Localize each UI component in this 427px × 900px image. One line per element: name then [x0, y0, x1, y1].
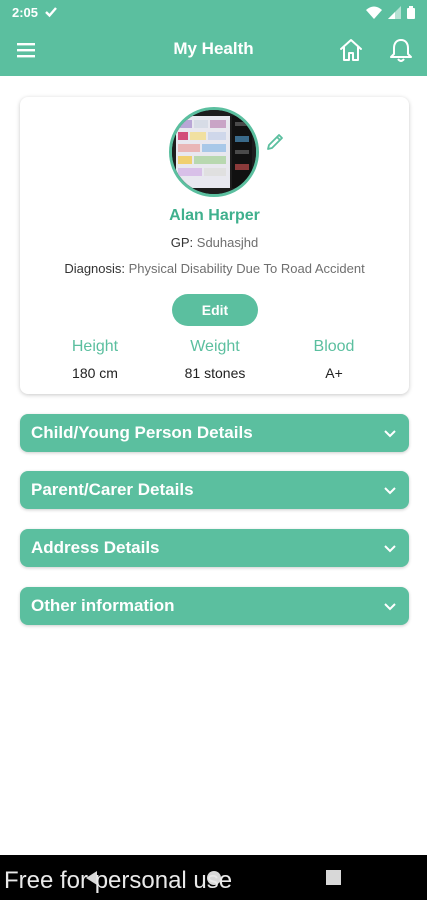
check-icon: [45, 7, 57, 18]
edit-profile-button[interactable]: Edit: [172, 294, 258, 326]
gp-label: GP:: [170, 235, 194, 250]
wifi-icon: [366, 6, 382, 19]
gp-value: Sduhasjhd: [196, 235, 259, 250]
stat-label: Blood: [313, 338, 355, 355]
profile-name: Alan Harper: [169, 207, 260, 224]
chevron-down-icon: [384, 603, 396, 611]
section-label: Child/Young Person Details: [31, 423, 253, 442]
bell-icon[interactable]: [387, 36, 415, 64]
chevron-down-icon: [384, 430, 396, 438]
gp-line: GP: Sduhasjhd: [20, 235, 409, 250]
section-parent-details[interactable]: Parent/Carer Details: [20, 471, 409, 509]
battery-icon: [407, 5, 415, 19]
stat-blood: Blood A+: [279, 338, 389, 381]
menu-icon[interactable]: [14, 38, 38, 62]
section-label: Parent/Carer Details: [31, 480, 194, 499]
pencil-icon[interactable]: [264, 131, 286, 153]
signal-icon: [388, 5, 401, 19]
stat-value: A+: [325, 365, 343, 381]
stat-height: Height 180 cm: [40, 338, 150, 381]
section-child-details[interactable]: Child/Young Person Details: [20, 414, 409, 452]
status-bar: 2:05: [0, 0, 427, 24]
chevron-down-icon: [384, 545, 396, 553]
section-other-information[interactable]: Other information: [20, 587, 409, 625]
section-label: Other information: [31, 596, 175, 615]
section-label: Address Details: [31, 538, 160, 557]
stat-weight: Weight 81 stones: [160, 338, 270, 381]
stat-label: Weight: [190, 338, 240, 355]
diagnosis-value: Physical Disability Due To Road Accident: [128, 261, 365, 276]
app-bar: My Health: [0, 24, 427, 76]
system-nav-bar: Free for personal use: [0, 855, 427, 900]
nav-home-icon[interactable]: [205, 869, 223, 887]
stat-value: 81 stones: [184, 365, 246, 381]
watermark-text: Free for personal use: [4, 867, 233, 894]
profile-card: Alan Harper GP: Sduhasjhd Diagnosis: Phy…: [20, 97, 409, 394]
section-address-details[interactable]: Address Details: [20, 529, 409, 567]
stat-value: 180 cm: [72, 365, 118, 381]
diagnosis-label: Diagnosis:: [64, 261, 126, 276]
diagnosis-line: Diagnosis: Physical Disability Due To Ro…: [20, 261, 409, 276]
recents-icon[interactable]: [326, 870, 341, 885]
avatar[interactable]: [169, 107, 259, 197]
status-time: 2:05: [12, 4, 39, 20]
home-icon[interactable]: [337, 36, 365, 64]
back-icon[interactable]: [83, 869, 101, 887]
chevron-down-icon: [384, 487, 396, 495]
stat-label: Height: [71, 338, 119, 355]
